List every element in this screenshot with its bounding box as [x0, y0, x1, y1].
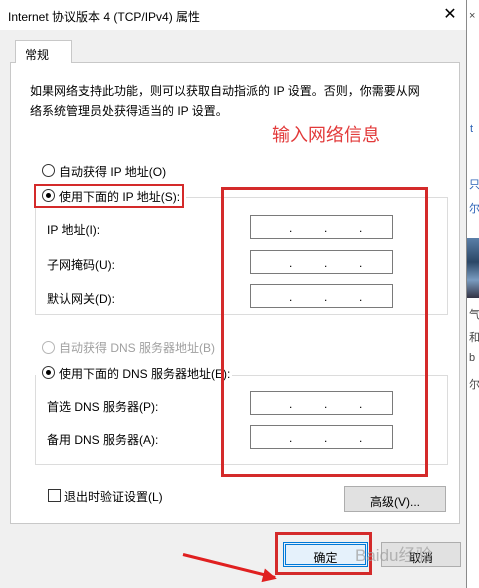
manual-dns-radio[interactable]: [42, 366, 55, 379]
auto-dns-label: 自动获得 DNS 服务器地址(B): [59, 341, 216, 355]
close-button[interactable]: ✕: [438, 4, 462, 26]
auto-dns-radio[interactable]: [42, 341, 55, 354]
close-icon: ✕: [443, 6, 457, 23]
title-bar[interactable]: Internet 协议版本 4 (TCP/IPv4) 属性 ✕: [0, 0, 466, 30]
description-line-1: 如果网络支持此功能，则可以获取自动指派的 IP 设置。否则，你需要从网: [30, 84, 420, 98]
ip-address-label: IP 地址(I):: [47, 223, 101, 237]
background-text: t: [470, 123, 474, 135]
manual-dns-option[interactable]: 使用下面的 DNS 服务器地址(E):: [36, 362, 232, 381]
advanced-button[interactable]: 高级(V)...: [344, 486, 446, 512]
manual-dns-label: 使用下面的 DNS 服务器地址(E):: [59, 367, 231, 381]
background-text: 和: [469, 332, 479, 344]
background-text: b: [469, 352, 476, 364]
validate-label: 退出时验证设置(L): [64, 490, 163, 504]
watermark: Baidu经验: [355, 546, 433, 565]
advanced-button-label: 高级(V)...: [370, 495, 420, 509]
background-text: 只: [469, 179, 479, 191]
subnet-mask-label: 子网掩码(U):: [47, 258, 115, 272]
tab-general-label: 常规: [25, 48, 50, 62]
dialog-title: Internet 协议版本 4 (TCP/IPv4) 属性: [8, 10, 201, 24]
preferred-dns-label: 首选 DNS 服务器(P):: [47, 400, 159, 414]
auto-ip-radio[interactable]: [42, 164, 55, 177]
input-highlight-box: [221, 187, 428, 477]
annotation-label: 输入网络信息: [272, 125, 380, 145]
tab-general[interactable]: 常规: [15, 40, 72, 63]
manual-ip-highlight: [34, 184, 184, 208]
background-image: [467, 238, 479, 298]
auto-ip-label: 自动获得 IP 地址(O): [59, 165, 167, 179]
background-close-glyph: ×: [469, 10, 476, 22]
description-text: 如果网络支持此功能，则可以获取自动指派的 IP 设置。否则，你需要从网 络系统管…: [30, 81, 440, 121]
validate-checkbox[interactable]: [48, 489, 61, 502]
background-text: 尔: [469, 379, 479, 391]
background-text: 气: [469, 309, 479, 321]
alternate-dns-label: 备用 DNS 服务器(A):: [47, 433, 159, 447]
background-text: 尔: [469, 203, 479, 215]
default-gateway-label: 默认网关(D):: [47, 292, 115, 306]
description-line-2: 络系统管理员处获得适当的 IP 设置。: [30, 104, 228, 118]
